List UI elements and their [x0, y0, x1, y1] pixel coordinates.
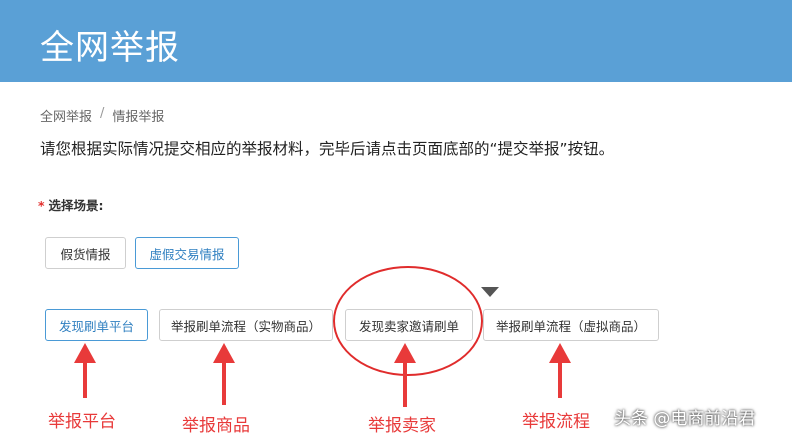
watermark: 头条 @电商前沿君	[614, 409, 756, 429]
breadcrumb-separator: /	[100, 106, 105, 121]
page-title: 全网举报	[40, 28, 180, 68]
annotation-report-platform: 举报平台	[48, 412, 116, 432]
arrow-up-icon	[394, 343, 416, 407]
instruction-text: 请您根据实际情况提交相应的举报材料，完毕后请点击页面底部的“提交举报”按钮。	[40, 140, 615, 158]
annotation-report-goods: 举报商品	[182, 416, 250, 436]
type-fake-goods-button[interactable]: 假货情报	[45, 237, 126, 269]
subtype-seller-invite-button[interactable]: 发现卖家邀请刷单	[345, 309, 473, 341]
arrow-up-icon	[549, 343, 571, 398]
subtype-find-platform-button[interactable]: 发现刷单平台	[45, 309, 148, 341]
scene-label: * 选择场景:	[38, 195, 104, 214]
dropdown-triangle-icon	[481, 287, 499, 297]
annotation-report-seller: 举报卖家	[368, 416, 436, 436]
page-header: 全网举报	[0, 0, 792, 82]
scene-label-text: 选择场景:	[48, 198, 104, 213]
required-mark: *	[38, 198, 45, 213]
annotation-report-process: 举报流程	[522, 412, 590, 432]
subtype-virtual-goods-button[interactable]: 举报刷单流程（虚拟商品）	[483, 309, 659, 341]
arrow-up-icon	[74, 343, 96, 398]
breadcrumb: 全网举报 / 情报举报	[40, 106, 164, 125]
type-fake-transaction-button[interactable]: 虚假交易情报	[135, 237, 239, 269]
breadcrumb-current: 情报举报	[112, 110, 165, 125]
subtype-physical-goods-button[interactable]: 举报刷单流程（实物商品）	[159, 309, 333, 341]
breadcrumb-home-link[interactable]: 全网举报	[40, 106, 92, 125]
arrow-up-icon	[213, 343, 235, 405]
